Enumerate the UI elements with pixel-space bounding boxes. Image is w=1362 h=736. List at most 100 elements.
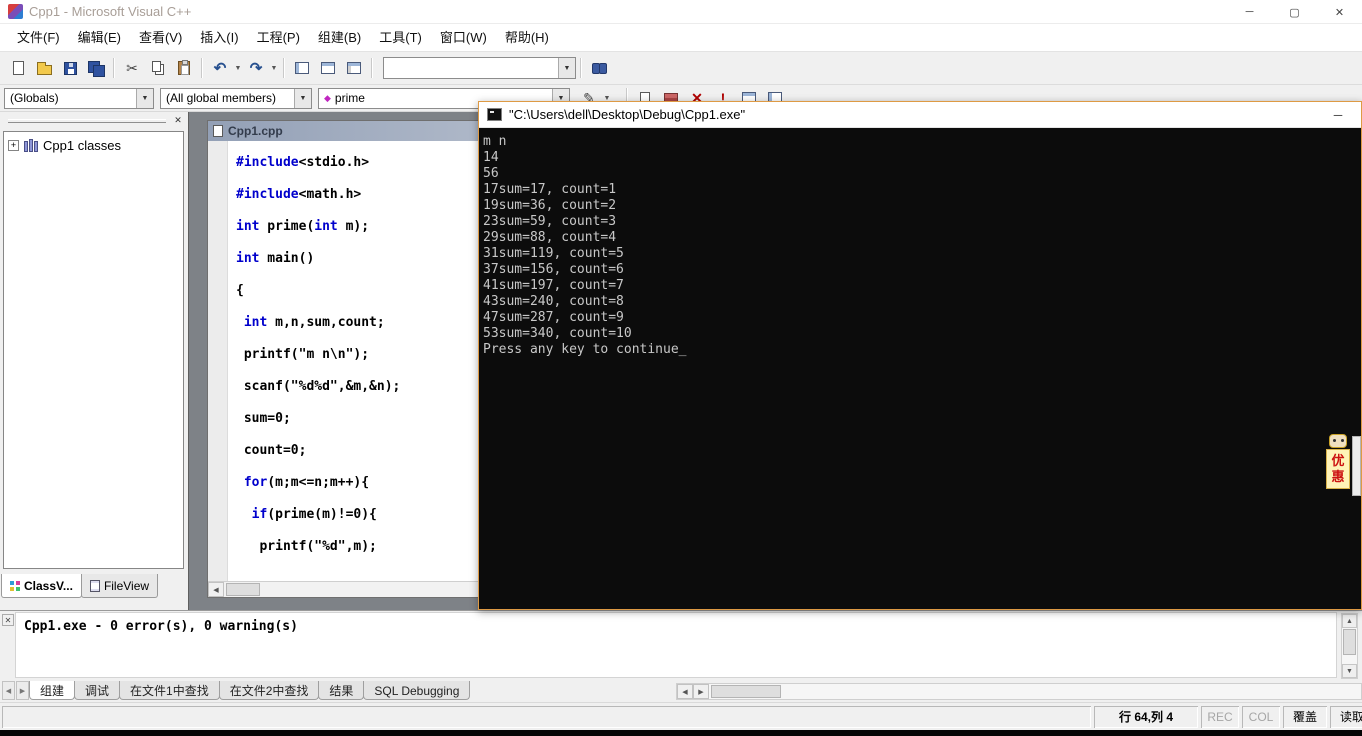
- save-icon[interactable]: [57, 56, 83, 80]
- ad-badge[interactable]: 优惠: [1326, 449, 1350, 489]
- scope-combobox[interactable]: (Globals) ▼: [4, 87, 154, 109]
- expand-icon[interactable]: +: [8, 140, 19, 151]
- output-tab-3[interactable]: 在文件2中查找: [218, 681, 320, 700]
- copy-icon[interactable]: [145, 56, 171, 80]
- maximize-button[interactable]: ▢: [1272, 0, 1317, 24]
- console-line: 23sum=59, count=3: [483, 214, 617, 229]
- workspace-tab-bar: ClassV... FileView: [1, 574, 159, 598]
- title-bar: Cpp1 - Microsoft Visual C++ ─ ▢ ✕: [0, 0, 1362, 24]
- redo-dropdown-icon[interactable]: ▼: [269, 56, 279, 80]
- toolbar-separator: [113, 58, 115, 78]
- build-output-text: Cpp1.exe - 0 error(s), 0 warning(s): [15, 612, 1337, 678]
- open-file-icon[interactable]: [31, 56, 57, 80]
- find-dropdown-icon[interactable]: ▼: [558, 58, 575, 78]
- ad-overlay[interactable]: 优惠: [1325, 434, 1351, 489]
- classview-tab-icon: [10, 580, 20, 591]
- console-icon: [487, 108, 502, 121]
- tab-classview[interactable]: ClassV...: [1, 574, 82, 598]
- editor-title: Cpp1.cpp: [228, 124, 283, 138]
- redo-icon[interactable]: ↷: [243, 56, 269, 80]
- console-title-bar[interactable]: "C:\Users\dell\Desktop\Debug\Cpp1.exe" ─: [479, 102, 1361, 128]
- output-tab-bar: ◀ ▶ 组建 调试 在文件1中查找 在文件2中查找 结果 SQL Debugging: [2, 681, 471, 700]
- tab-fileview[interactable]: FileView: [80, 574, 159, 598]
- output-tab-1[interactable]: 调试: [74, 681, 121, 700]
- new-file-icon[interactable]: [5, 56, 31, 80]
- scroll-thumb[interactable]: [1343, 629, 1356, 655]
- find-input[interactable]: [384, 59, 558, 77]
- find-in-files-icon[interactable]: [586, 56, 612, 80]
- window-list-icon[interactable]: [341, 56, 367, 80]
- menu-bar: 文件(F) 编辑(E) 查看(V) 插入(I) 工程(P) 组建(B) 工具(T) 窗口(W)…: [0, 24, 1362, 52]
- workspace-panel-header[interactable]: ✕: [0, 112, 188, 129]
- class-view-tree: + Cpp1 classes: [3, 131, 184, 569]
- menu-item-0[interactable]: 文件(F): [8, 24, 69, 52]
- menu-item-5[interactable]: 组建(B): [309, 24, 370, 52]
- workspace-panel: ✕ + Cpp1 classes ClassV... FileView: [0, 112, 188, 598]
- output-tab-5[interactable]: SQL Debugging: [363, 681, 471, 700]
- scroll-up-icon[interactable]: ▲: [1342, 614, 1357, 628]
- scroll-right-icon[interactable]: ▶: [693, 684, 709, 699]
- menu-item-4[interactable]: 工程(P): [248, 24, 309, 52]
- console-minimize-button[interactable]: ─: [1323, 108, 1353, 122]
- save-all-icon[interactable]: [83, 56, 109, 80]
- close-button[interactable]: ✕: [1317, 0, 1362, 24]
- output-vertical-scrollbar[interactable]: ▲ ▼: [1341, 613, 1358, 679]
- filter-dropdown-icon[interactable]: ▼: [294, 88, 311, 108]
- drag-handle[interactable]: [8, 118, 166, 123]
- output-pane: ✕ Cpp1.exe - 0 error(s), 0 warning(s) ▲ …: [0, 610, 1362, 702]
- menu-item-3[interactable]: 插入(I): [191, 24, 247, 52]
- ad-scrollbar[interactable]: [1352, 436, 1361, 496]
- find-combobox[interactable]: ▼: [383, 57, 576, 79]
- scroll-down-icon[interactable]: ▼: [1342, 664, 1357, 678]
- output-tab-0[interactable]: 组建: [29, 681, 76, 700]
- output-pane-icon[interactable]: [315, 56, 341, 80]
- menu-item-2[interactable]: 查看(V): [130, 24, 191, 52]
- cursor-position-cell: 行 64,列 4: [1094, 705, 1198, 728]
- output-horizontal-scrollbar[interactable]: ◀ ▶: [676, 683, 1362, 700]
- classes-icon: [24, 139, 38, 152]
- console-text[interactable]: m n 14 56 17sum=17, count=1 19sum=36, count=…: [479, 128, 1361, 609]
- tab-scroll-left-icon[interactable]: ◀: [2, 681, 15, 700]
- menu-item-8[interactable]: 帮助(H): [496, 24, 558, 52]
- status-bar: 行 64,列 4 REC COL 覆盖 读取: [0, 702, 1362, 730]
- paste-icon[interactable]: [171, 56, 197, 80]
- scroll-left-icon[interactable]: ◀: [677, 684, 693, 699]
- output-tab-2[interactable]: 在文件1中查找: [119, 681, 220, 700]
- window-title: Cpp1 - Microsoft Visual C++: [29, 4, 192, 19]
- menu-item-6[interactable]: 工具(T): [370, 24, 431, 52]
- output-tabs: 组建 调试 在文件1中查找 在文件2中查找 结果 SQL Debugging: [29, 681, 471, 700]
- tree-root-label: Cpp1 classes: [43, 138, 122, 153]
- cut-icon[interactable]: ✂: [119, 56, 145, 80]
- workspace-close-icon[interactable]: ✕: [171, 114, 185, 127]
- filter-combobox[interactable]: (All global members) ▼: [160, 87, 312, 109]
- toolbar-separator: [371, 58, 373, 78]
- tab-scroll-right-icon[interactable]: ▶: [16, 681, 29, 700]
- console-line: 56: [483, 166, 499, 181]
- output-close-icon[interactable]: ✕: [2, 614, 14, 626]
- console-line: 43sum=240, count=8: [483, 294, 624, 309]
- undo-dropdown-icon[interactable]: ▼: [233, 56, 243, 80]
- application-window: Cpp1 - Microsoft Visual C++ ─ ▢ ✕ 文件(F) 编…: [0, 0, 1362, 736]
- toolbar-separator: [283, 58, 285, 78]
- console-window: "C:\Users\dell\Desktop\Debug\Cpp1.exe" ─…: [478, 101, 1362, 610]
- minimize-button[interactable]: ─: [1227, 0, 1272, 24]
- console-line: 47sum=287, count=9: [483, 310, 624, 325]
- console-line: 31sum=119, count=5: [483, 246, 624, 261]
- scroll-thumb[interactable]: [711, 685, 781, 698]
- workspace-pane-icon[interactable]: [289, 56, 315, 80]
- scroll-thumb[interactable]: [226, 583, 260, 596]
- undo-icon[interactable]: ↶: [207, 56, 233, 80]
- rec-indicator: REC: [1201, 705, 1239, 728]
- function-diamond-icon: ◆: [324, 92, 331, 103]
- menu-item-1[interactable]: 编辑(E): [69, 24, 130, 52]
- ad-mascot-icon[interactable]: [1329, 434, 1347, 448]
- console-line: 19sum=36, count=2: [483, 198, 617, 213]
- console-line: 14: [483, 150, 499, 165]
- tree-root-item[interactable]: + Cpp1 classes: [8, 138, 179, 153]
- menu-item-7[interactable]: 窗口(W): [431, 24, 496, 52]
- scope-dropdown-icon[interactable]: ▼: [136, 88, 153, 108]
- output-tab-4[interactable]: 结果: [318, 681, 365, 700]
- console-line: Press any key to continue_: [483, 342, 687, 357]
- scroll-left-icon[interactable]: ◀: [208, 582, 224, 597]
- selection-margin: [208, 141, 228, 581]
